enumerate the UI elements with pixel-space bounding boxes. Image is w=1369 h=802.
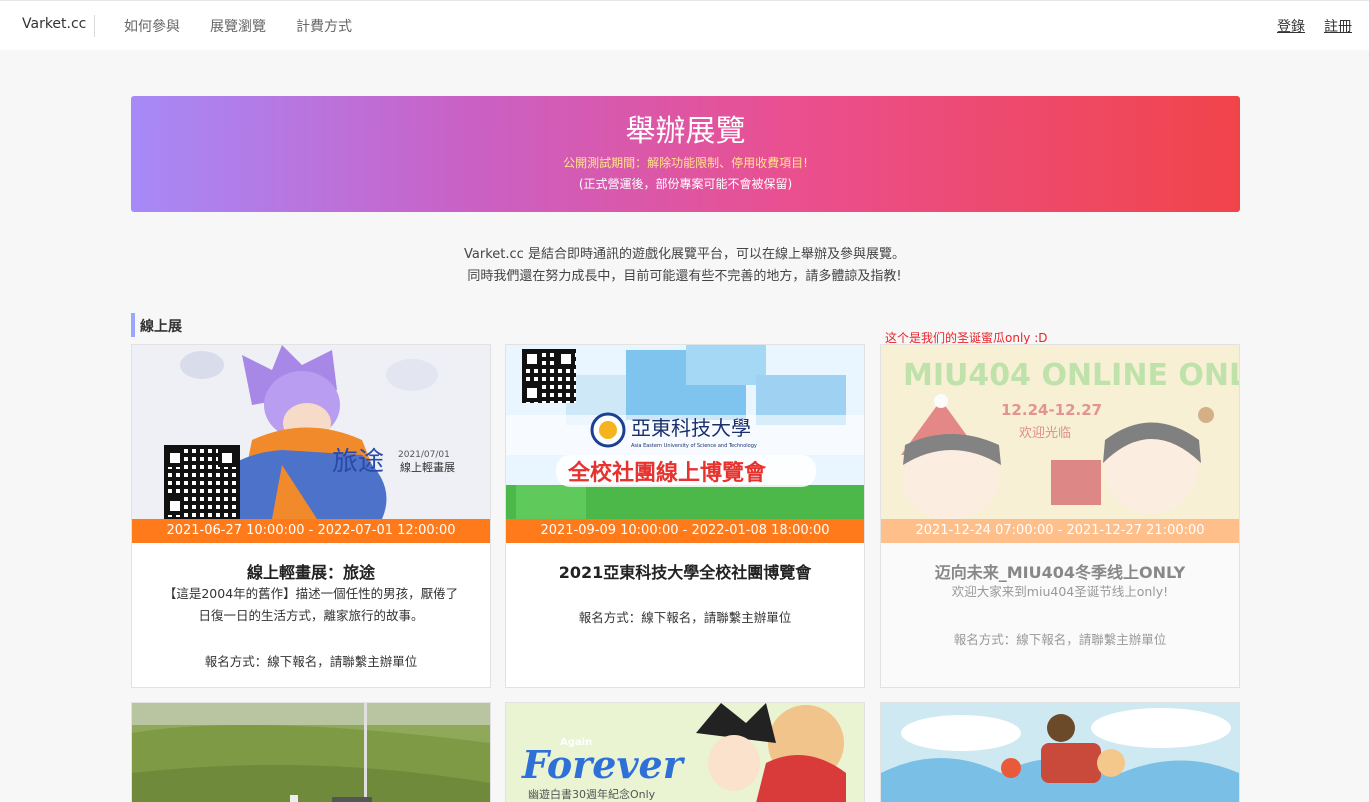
- card-description: 欢迎大家来到miu404圣诞节线上only!: [951, 584, 1169, 599]
- exhibition-card[interactable]: 亞東科技大學 Asia Eastern University of Scienc…: [505, 344, 865, 688]
- card-date-range: 2021-06-27 10:00:00 - 2022-07-01 12:00:0…: [132, 519, 490, 543]
- section-accent-bar: [131, 313, 135, 337]
- qr-finder-icon: [218, 449, 236, 467]
- card-description: 【這是2004年的舊作】描述一個任性的男孩，厭倦了日復一日的生活方式，離家旅行的…: [163, 586, 459, 623]
- art-date-text: 12.24-12.27: [1001, 401, 1102, 419]
- intro-line-2: 同時我們還在努力成長中，目前可能還有些不完善的地方，請多體諒及指教!: [467, 269, 902, 284]
- card-registration: 報名方式：線下報名，請聯繫主辦單位: [578, 610, 792, 625]
- login-link[interactable]: 登錄: [1277, 16, 1305, 36]
- card-cover-image[interactable]: [881, 703, 1239, 802]
- banner-title: 舉辦展覽: [625, 114, 746, 149]
- exhibition-card[interactable]: [131, 702, 491, 802]
- qr-finder-icon: [557, 350, 575, 368]
- card-cover-image[interactable]: 旅途 2021/07/01 線上輕畫展: [132, 345, 490, 519]
- card-title[interactable]: 2021亞東科技大學全校社團博覽會: [506, 559, 864, 583]
- art-date-text: 2021/07/01: [398, 450, 450, 460]
- qr-finder-icon: [166, 449, 184, 467]
- card-title[interactable]: 迈向未来_MIU404冬季线上ONLY: [881, 559, 1239, 583]
- banner-notice: 公開測試期間：解除功能限制、停用收費項目!: [563, 156, 808, 170]
- register-link[interactable]: 註冊: [1324, 16, 1352, 36]
- nav-link-browse-exhibitions[interactable]: 展覽瀏覽: [210, 16, 266, 36]
- card-title[interactable]: 線上輕畫展：旅途: [132, 559, 490, 583]
- qr-finder-icon: [523, 350, 541, 368]
- card-registration: 報名方式：線下報名，請聯繫主辦單位: [953, 632, 1167, 647]
- card-cover-image[interactable]: Again Forever 幽遊白書30週年紀念Only: [506, 703, 864, 802]
- qr-finder-icon: [523, 384, 541, 402]
- card-date-range: 2021-09-09 10:00:00 - 2022-01-08 18:00:0…: [506, 519, 864, 543]
- navbar: Varket.cc 如何參與 展覽瀏覽 計費方式 登錄 註冊: [0, 0, 1369, 50]
- card-cover-image[interactable]: 亞東科技大學 Asia Eastern University of Scienc…: [506, 345, 864, 519]
- card-registration: 報名方式：線下報名，請聯繫主辦單位: [204, 654, 418, 669]
- section-title: 線上展: [140, 319, 182, 335]
- art-title-text: 旅途: [332, 447, 384, 477]
- art-caption-text: 全校社團線上博覽會: [567, 460, 767, 486]
- qr-finder-icon: [166, 497, 184, 515]
- exhibition-card[interactable]: 旅途 2021/07/01 線上輕畫展 2021-06-27 10:00:00 …: [131, 344, 491, 688]
- nav-link-pricing[interactable]: 計費方式: [296, 16, 352, 36]
- art-caption-text: 線上輕畫展: [400, 460, 455, 474]
- art-title-text: 亞東科技大學: [631, 416, 751, 440]
- art-caption-text: 欢迎光临: [1019, 426, 1071, 441]
- nav-link-how-to-join[interactable]: 如何參與: [124, 16, 180, 36]
- exhibition-card[interactable]: [880, 702, 1240, 802]
- art-sub-text: Asia Eastern University of Science and T…: [631, 443, 757, 449]
- host-exhibition-banner[interactable]: 舉辦展覽 公開測試期間：解除功能限制、停用收費項目! (正式營運後，部份專案可能…: [131, 96, 1240, 212]
- nav-divider: [94, 15, 95, 37]
- card-date-range: 2021-12-24 07:00:00 - 2021-12-27 21:00:0…: [881, 519, 1239, 543]
- banner-note: (正式營運後，部份專案可能不會被保留): [578, 177, 793, 191]
- intro-line-1: Varket.cc 是結合即時通訊的遊戲化展覽平台，可以在線上舉辦及參與展覽。: [464, 247, 905, 262]
- card-cover-image[interactable]: [132, 703, 490, 802]
- art-title-text: Forever: [521, 742, 686, 787]
- art-title-text: MIU404 ONLINE ONLY: [903, 358, 1239, 393]
- brand-logo[interactable]: Varket.cc: [22, 16, 86, 32]
- exhibition-card[interactable]: MIU404 ONLINE ONLY 12.24-12.27 欢迎光临 2021…: [880, 344, 1240, 688]
- art-caption-text: 幽遊白書30週年紀念Only: [528, 787, 656, 801]
- card-cover-image[interactable]: MIU404 ONLINE ONLY 12.24-12.27 欢迎光临: [881, 345, 1239, 519]
- exhibition-card[interactable]: Again Forever 幽遊白書30週年紀念Only: [505, 702, 865, 802]
